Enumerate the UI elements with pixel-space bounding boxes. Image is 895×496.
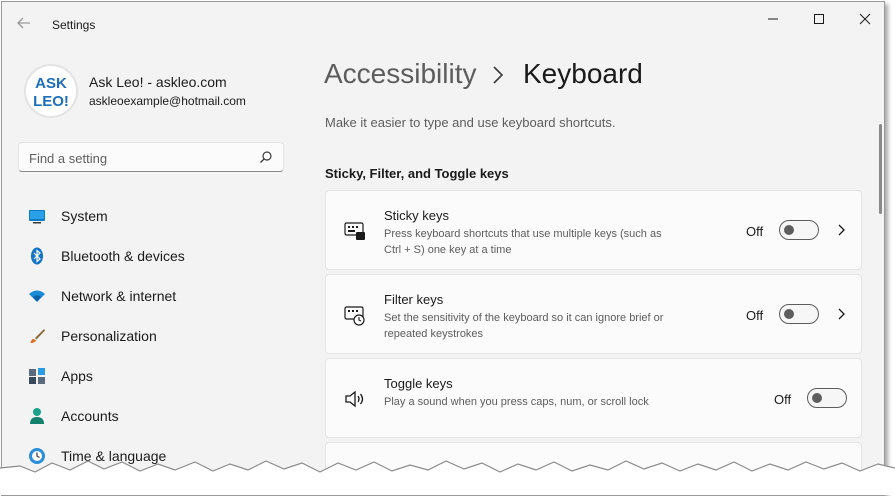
setting-title: Toggle keys [384, 376, 453, 391]
toggle-keys-card: Toggle keys Play a sound when you press … [325, 358, 862, 438]
close-button[interactable] [842, 6, 884, 32]
filter-keys-icon [344, 306, 365, 326]
search-icon [260, 151, 272, 163]
main-content: Accessibility Keyboard Make it easier to… [302, 42, 884, 495]
user-email: askleoexample@hotmail.com [89, 94, 246, 108]
search-input[interactable]: Find a setting [18, 142, 284, 172]
svg-text:ASK: ASK [35, 75, 67, 92]
sidebar-item-label: Accounts [61, 408, 119, 424]
search-placeholder: Find a setting [29, 151, 108, 166]
scrollbar[interactable] [879, 124, 882, 214]
page-title: Keyboard [523, 58, 643, 89]
person-icon [30, 408, 44, 424]
sidebar-item-bluetooth[interactable]: Bluetooth & devices [18, 238, 284, 274]
sticky-keys-icon [344, 222, 365, 240]
toggle-knob [784, 225, 794, 235]
bluetooth-icon [31, 247, 43, 265]
speaker-icon [345, 390, 364, 408]
minimize-button[interactable] [750, 6, 796, 32]
brush-icon [30, 329, 45, 343]
sidebar-item-label: System [61, 208, 108, 224]
sidebar-item-personalization[interactable]: Personalization [18, 318, 284, 354]
setting-title: Filter keys [384, 292, 444, 307]
svg-text:LEO!: LEO! [33, 93, 69, 110]
maximize-button[interactable] [796, 6, 842, 32]
sidebar: ASK LEO! Ask Leo! - askleo.com askleoexa… [2, 42, 302, 495]
toggle-knob [812, 393, 822, 403]
next-setting-card[interactable] [325, 442, 862, 495]
app-title: Settings [52, 18, 96, 32]
setting-title: Sticky keys [384, 208, 450, 223]
title-bar: Settings [2, 2, 884, 42]
sidebar-item-time-language[interactable]: Time & language [18, 438, 284, 474]
sidebar-item-label: Bluetooth & devices [61, 248, 185, 264]
sidebar-item-label: Apps [61, 368, 93, 384]
section-title: Sticky, Filter, and Toggle keys [325, 166, 509, 181]
sidebar-item-system[interactable]: System [18, 198, 284, 234]
clock-globe-icon [29, 448, 45, 464]
settings-window: Settings ASK LEO! Ask Leo! - askleo.com … [1, 1, 885, 496]
sticky-keys-toggle[interactable] [779, 220, 819, 240]
setting-description: Set the sensitivity of the keyboard so i… [384, 312, 664, 340]
sidebar-item-label: Time & language [61, 448, 167, 464]
page-subtitle: Make it easier to type and use keyboard … [325, 115, 616, 130]
ask-leo-logo: ASK LEO! [33, 75, 69, 110]
back-arrow-icon [17, 17, 30, 29]
setting-description: Play a sound when you press caps, num, o… [384, 396, 649, 408]
sticky-keys-card[interactable]: Sticky keys Press keyboard shortcuts tha… [325, 190, 862, 270]
filter-keys-toggle[interactable] [779, 304, 819, 324]
chevron-right-icon[interactable] [837, 307, 847, 321]
sidebar-item-network[interactable]: Network & internet [18, 278, 284, 314]
sidebar-item-apps[interactable]: Apps [18, 358, 284, 394]
toggle-state-label: Off [774, 392, 792, 407]
toggle-state-label: Off [746, 224, 764, 239]
sidebar-item-accounts[interactable]: Accounts [18, 398, 284, 434]
sidebar-item-label: Network & internet [61, 288, 177, 304]
close-icon [859, 13, 871, 25]
minimize-icon [768, 18, 778, 20]
maximize-icon [814, 14, 824, 24]
filter-keys-card[interactable]: Filter keys Set the sensitivity of the k… [325, 274, 862, 354]
monitor-icon [29, 210, 45, 224]
sidebar-item-label: Personalization [61, 328, 157, 344]
chevron-right-icon[interactable] [837, 223, 847, 237]
user-name: Ask Leo! - askleo.com [89, 74, 227, 90]
apps-icon [29, 368, 45, 384]
wifi-icon [29, 290, 45, 302]
toggle-state-label: Off [746, 308, 764, 323]
back-button[interactable] [12, 12, 36, 34]
avatar[interactable]: ASK LEO! [24, 64, 78, 118]
toggle-keys-toggle[interactable] [807, 388, 847, 408]
toggle-knob [784, 309, 794, 319]
chevron-right-icon [493, 66, 504, 84]
setting-description: Press keyboard shortcuts that use multip… [384, 228, 662, 256]
breadcrumb-accessibility[interactable]: Accessibility [324, 58, 476, 90]
